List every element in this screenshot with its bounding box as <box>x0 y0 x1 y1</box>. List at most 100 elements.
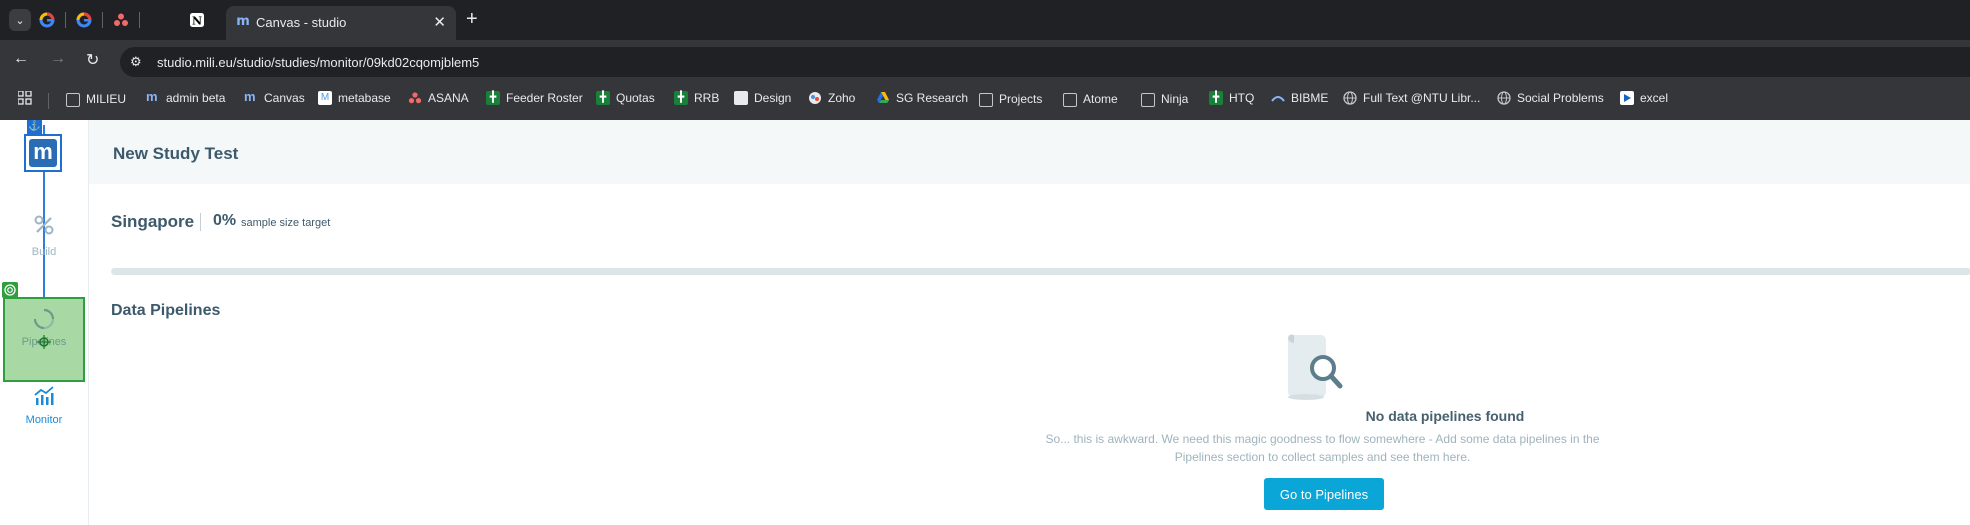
divider <box>200 213 201 231</box>
crosshair-cursor-icon <box>37 335 51 349</box>
pipelines-icon <box>33 308 55 330</box>
bookmark-label: Full Text @NTU Libr... <box>1363 91 1481 105</box>
folder-icon <box>66 93 80 107</box>
reload-icon[interactable]: ↻ <box>86 50 99 70</box>
logo-button[interactable]: m <box>24 134 62 172</box>
bookmarks-separator <box>48 93 49 109</box>
bookmark-full-text-ntu[interactable]: Full Text @NTU Libr... <box>1343 91 1480 105</box>
sample-percent-label: sample size target <box>241 217 331 229</box>
bookmark-label: RRB <box>694 91 720 105</box>
design-icon <box>734 91 748 105</box>
anchor-icon: ⚓ <box>27 120 42 134</box>
active-tab[interactable]: m Canvas - studio ✕ <box>226 6 456 40</box>
asana-icon <box>114 13 128 26</box>
bibme-icon <box>1271 91 1285 105</box>
bookmark-admin-beta[interactable]: m admin beta <box>146 89 226 105</box>
notion-icon: N <box>190 13 204 28</box>
url-text[interactable]: studio.mili.eu/studio/studies/monitor/09… <box>157 55 479 70</box>
monitor-icon <box>34 386 54 405</box>
mili-icon: m <box>244 89 256 104</box>
back-arrow-icon[interactable]: ← <box>13 50 29 68</box>
bookmark-social-problems[interactable]: Social Problems <box>1497 91 1604 105</box>
zoho-icon <box>808 91 822 105</box>
apps-grid-icon[interactable] <box>18 91 32 105</box>
tab-separator <box>139 12 140 28</box>
svg-text:m: m <box>236 14 250 27</box>
sheets-icon: ╋ <box>596 91 610 105</box>
globe-icon <box>1497 91 1511 105</box>
pinned-tab-notion[interactable]: N <box>186 9 208 31</box>
bookmark-rrb[interactable]: ╋ RRB <box>674 91 719 105</box>
bookmark-ninja[interactable]: Ninja <box>1141 91 1188 107</box>
bookmark-label: metabase <box>338 91 391 105</box>
bookmark-label: excel <box>1640 91 1669 105</box>
google-icon <box>76 12 92 28</box>
tab-separator <box>65 12 66 28</box>
sidebar-item-build[interactable]: Build <box>14 214 74 264</box>
bookmark-label: SG Research <box>896 91 969 105</box>
target-icon <box>2 282 18 298</box>
svg-text:N: N <box>192 15 202 28</box>
bookmark-design[interactable]: Design <box>734 91 791 105</box>
new-tab-button[interactable]: + <box>466 8 478 31</box>
forward-arrow-icon[interactable]: → <box>50 50 66 68</box>
bookmark-canvas[interactable]: m Canvas <box>244 89 305 105</box>
sheets-icon: ╋ <box>486 91 500 105</box>
section-title: Data Pipelines <box>111 302 221 319</box>
bookmark-label: MILIEU <box>86 92 127 106</box>
bookmark-label: Projects <box>999 92 1043 106</box>
pinned-tab-google[interactable] <box>73 9 95 31</box>
go-to-pipelines-button[interactable]: Go to Pipelines <box>1264 478 1384 510</box>
bookmark-bibme[interactable]: BIBME <box>1271 91 1328 105</box>
sheets-icon: ╋ <box>1209 91 1223 105</box>
tab-search-button[interactable]: ⌄ <box>9 9 31 31</box>
bookmark-atome[interactable]: Atome <box>1063 91 1118 107</box>
bookmark-label: Zoho <box>828 91 856 105</box>
metabase-icon: M <box>318 91 332 105</box>
bookmark-metabase[interactable]: Mmetabase <box>318 91 391 105</box>
build-icon <box>34 215 54 235</box>
pinned-tab-asana[interactable] <box>110 9 132 31</box>
sidebar-item-pipelines[interactable]: Pipelines <box>2 282 85 382</box>
close-tab-icon[interactable]: ✕ <box>433 13 446 31</box>
bookmark-asana[interactable]: ASANA <box>408 91 469 105</box>
site-settings-icon[interactable]: ⚙ <box>130 54 142 70</box>
bookmark-label: Social Problems <box>1517 91 1604 105</box>
sidebar-item-label: Monitor <box>25 414 63 426</box>
sidebar-item-monitor[interactable]: Monitor <box>14 385 74 435</box>
folder-icon <box>1141 93 1155 107</box>
browser-tab-strip: ⌄ N m Canvas - studio ✕ + <box>0 0 1970 40</box>
sidebar-item-label: Build <box>31 246 57 258</box>
mili-icon: m <box>146 89 158 104</box>
bookmark-htq[interactable]: ╋ HTQ <box>1209 91 1254 105</box>
folder-icon <box>1063 93 1077 107</box>
bookmark-sg-research[interactable]: SG Research <box>876 91 968 105</box>
bookmark-label: Feeder Roster <box>506 91 583 105</box>
empty-state-title: No data pipelines found <box>1365 408 1525 424</box>
bookmark-milieu[interactable]: MILIEU <box>66 91 126 107</box>
bookmark-projects[interactable]: Projects <box>979 91 1042 107</box>
bookmark-feeder-roster[interactable]: ╋ Feeder Roster <box>486 91 583 105</box>
mili-logo: m <box>29 139 57 167</box>
bookmark-zoho[interactable]: Zoho <box>808 91 855 105</box>
drive-icon <box>876 91 890 105</box>
app-sidebar: ⚓ m Build Pipelines <box>0 120 89 525</box>
google-icon <box>39 12 55 28</box>
active-tab-title: Canvas - studio <box>256 15 347 30</box>
folder-icon <box>979 93 993 107</box>
page-title: New Study Test <box>113 144 239 163</box>
bookmark-label: Atome <box>1083 92 1118 106</box>
bookmark-quotas[interactable]: ╋ Quotas <box>596 91 655 105</box>
bookmark-excel[interactable]: excel <box>1620 91 1668 105</box>
tab-separator <box>102 12 103 28</box>
bookmark-label: BIBME <box>1291 91 1329 105</box>
bookmark-label: Canvas <box>264 91 305 105</box>
mili-icon: m <box>236 13 250 30</box>
bookmark-label: ASANA <box>428 91 469 105</box>
sample-progress-bar <box>111 268 1970 275</box>
bookmark-label: Quotas <box>616 91 655 105</box>
pinned-tab-google[interactable] <box>36 9 58 31</box>
bookmark-label: admin beta <box>166 91 226 105</box>
asana-icon <box>408 91 422 105</box>
excel-icon <box>1620 91 1634 105</box>
